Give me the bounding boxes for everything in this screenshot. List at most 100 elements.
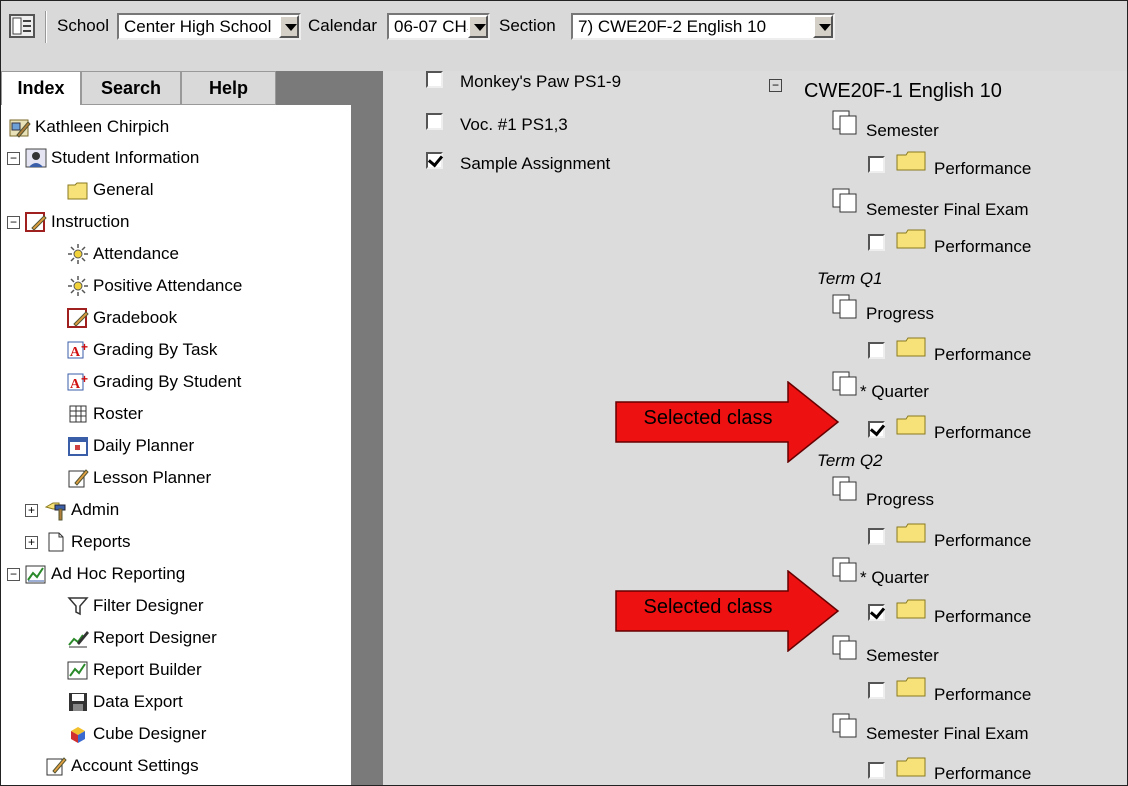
sidebar-item-label: Report Designer: [93, 628, 217, 647]
sidebar-item-label: Report Builder: [93, 660, 202, 679]
performance-label: Performance: [934, 764, 1032, 783]
folder-icon: [896, 757, 926, 777]
sidebar-item-attendance[interactable]: Attendance: [67, 240, 179, 268]
callout-arrow: Selected class: [615, 569, 840, 653]
sidebar-item-label: Admin: [71, 500, 120, 519]
tab-search[interactable]: Search: [81, 71, 181, 105]
sidebar-item-lesson-planner[interactable]: Lesson Planner: [67, 464, 211, 492]
assignment-checkbox[interactable]: [426, 152, 443, 169]
teacher-icon: [9, 119, 31, 138]
sidebar-item-label: Ad Hoc Reporting: [51, 564, 186, 583]
sidebar-item-label: Kathleen Chirpich: [35, 117, 170, 136]
school-select[interactable]: Center High School: [117, 13, 301, 40]
filter-icon: [67, 597, 89, 616]
chart-icon: [25, 565, 46, 584]
task-label: Progress: [866, 304, 935, 323]
performance-checkbox[interactable]: [868, 342, 885, 359]
sidebar-item-label: Reports: [71, 532, 131, 551]
sidebar-item-instruction[interactable]: Instruction: [25, 208, 129, 236]
performance-checkbox[interactable]: [868, 762, 885, 779]
sidebar-item-user[interactable]: Kathleen Chirpich: [9, 113, 169, 141]
sidebar-item-filter-designer[interactable]: Filter Designer: [67, 592, 204, 620]
sidebar-item-report-builder[interactable]: Report Builder: [67, 656, 202, 684]
chevron-down-icon[interactable]: [468, 15, 488, 38]
attendance-icon: [68, 244, 88, 264]
task-icon: [832, 713, 857, 738]
section-select[interactable]: 7) CWE20F-2 English 10: [571, 13, 835, 40]
collapse-toggle[interactable]: −: [7, 216, 20, 229]
performance-label: Performance: [934, 159, 1032, 178]
sidebar-item-general[interactable]: General: [67, 176, 153, 204]
performance-label: Performance: [934, 607, 1032, 626]
tab-help[interactable]: Help: [181, 71, 276, 105]
calendar-select-value: 06-07 CHS: [394, 17, 479, 36]
sidebar-item-account-settings[interactable]: Account Settings: [45, 752, 199, 780]
expand-toggle[interactable]: +: [25, 536, 38, 549]
task-label: Semester: [866, 646, 939, 665]
sidebar-item-positive-attendance[interactable]: Positive Attendance: [67, 272, 242, 300]
gradebook-icon: [25, 212, 47, 232]
performance-label: Performance: [934, 685, 1032, 704]
performance-label: Performance: [934, 423, 1032, 442]
section-title: CWE20F-1 English 10: [804, 80, 1002, 102]
gradebook-icon: [67, 308, 89, 328]
sidebar: Index Search Help Kathleen Chirpich − St…: [1, 71, 369, 785]
sidebar-item-cube-designer[interactable]: Cube Designer: [67, 720, 206, 748]
sidebar-item-grading-by-task[interactable]: A + Grading By Task: [67, 336, 217, 364]
svg-text:+: +: [81, 340, 88, 354]
tab-index[interactable]: Index: [1, 71, 81, 105]
sidebar-item-label: Positive Attendance: [93, 276, 243, 295]
attendance-icon: [68, 276, 88, 296]
menu-toggle-button[interactable]: [9, 14, 35, 38]
task-icon: [832, 110, 857, 135]
calendar-icon: [68, 437, 88, 456]
callout-text: Selected class: [643, 596, 773, 618]
sidebar-item-label: Roster: [93, 404, 144, 423]
chart-icon: [67, 661, 88, 680]
school-label: School: [57, 16, 109, 35]
sidebar-item-admin[interactable]: Admin: [45, 496, 119, 524]
folder-icon: [896, 677, 926, 697]
sidebar-item-label: Daily Planner: [93, 436, 195, 455]
performance-checkbox[interactable]: [868, 604, 885, 621]
chevron-down-icon[interactable]: [813, 15, 833, 38]
sidebar-item-report-designer[interactable]: Report Designer: [67, 624, 217, 652]
performance-checkbox[interactable]: [868, 234, 885, 251]
assignment-checkbox[interactable]: [426, 71, 443, 88]
expand-toggle[interactable]: +: [25, 504, 38, 517]
collapse-toggle[interactable]: −: [7, 568, 20, 581]
sidebar-item-label: Student Information: [51, 148, 200, 167]
task-label: * Quarter: [860, 382, 929, 401]
sidebar-item-label: Data Export: [93, 692, 183, 711]
collapse-toggle[interactable]: −: [769, 79, 782, 92]
task-icon: [832, 476, 857, 501]
performance-label: Performance: [934, 345, 1032, 364]
chevron-down-icon[interactable]: [279, 15, 299, 38]
performance-checkbox[interactable]: [868, 421, 885, 438]
task-label: Semester: [866, 121, 939, 140]
hammer-icon: [45, 502, 66, 521]
calendar-select[interactable]: 06-07 CHS: [387, 13, 490, 40]
toolbar-separator: [45, 11, 47, 43]
sidebar-item-ad-hoc-reporting[interactable]: Ad Hoc Reporting: [25, 560, 185, 588]
sidebar-item-daily-planner[interactable]: Daily Planner: [67, 432, 194, 460]
performance-checkbox[interactable]: [868, 682, 885, 699]
sidebar-item-gradebook[interactable]: Gradebook: [67, 304, 177, 332]
sidebar-item-roster[interactable]: Roster: [67, 400, 143, 428]
section-select-value: 7) CWE20F-2 English 10: [578, 17, 767, 36]
cube-icon: [71, 727, 85, 743]
performance-checkbox[interactable]: [868, 528, 885, 545]
content-divider: [369, 71, 383, 785]
assignment-checkbox[interactable]: [426, 113, 443, 130]
sidebar-item-reports[interactable]: Reports: [45, 528, 131, 556]
school-select-value: Center High School: [124, 17, 272, 36]
sidebar-item-label: Account Settings: [71, 756, 199, 775]
pencil-note-icon: [68, 469, 89, 488]
sidebar-item-data-export[interactable]: Data Export: [67, 688, 183, 716]
sidebar-item-grading-by-student[interactable]: A + Grading By Student: [67, 368, 241, 396]
sidebar-scrollbar[interactable]: [351, 71, 369, 785]
performance-checkbox[interactable]: [868, 156, 885, 173]
task-icon: [832, 294, 857, 319]
collapse-toggle[interactable]: −: [7, 152, 20, 165]
sidebar-item-student-information[interactable]: Student Information: [25, 144, 199, 172]
